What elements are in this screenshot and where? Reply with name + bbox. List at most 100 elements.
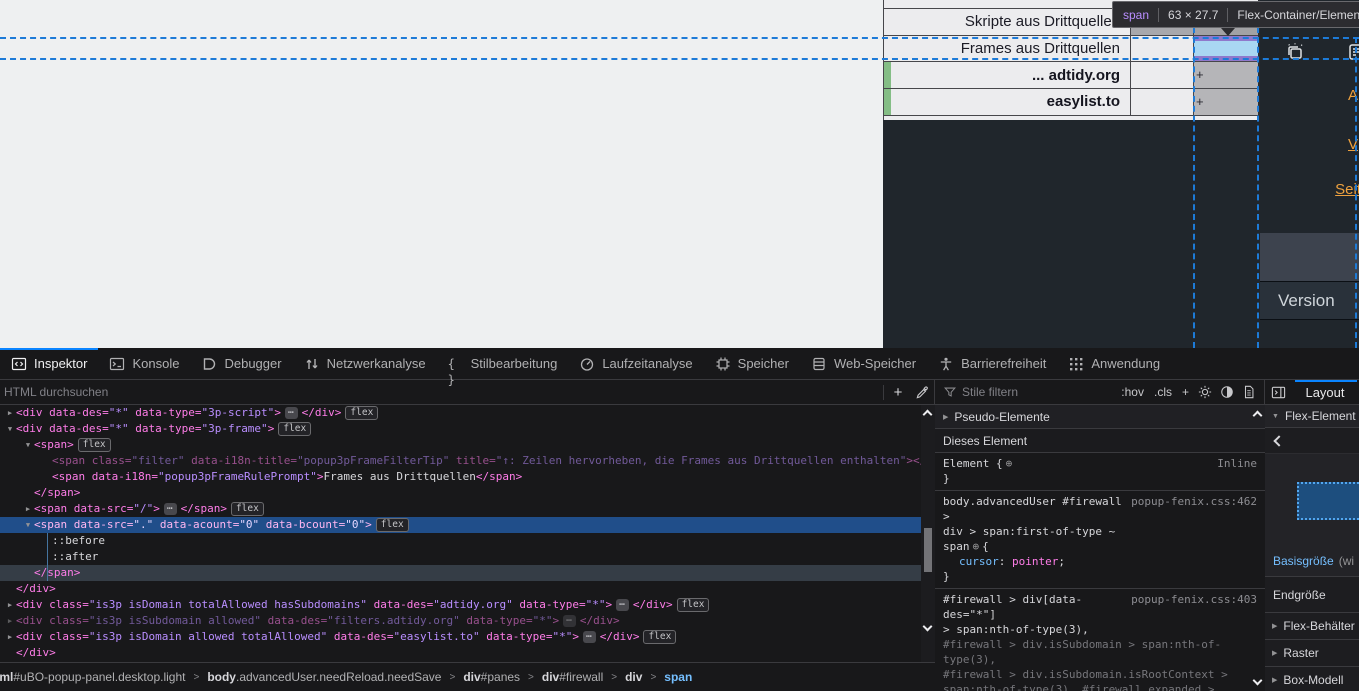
breadcrumb-item-div[interactable]: div xyxy=(623,670,644,684)
tab-web-speicher[interactable]: Web-Speicher xyxy=(800,348,927,379)
expand-arrow-icon[interactable]: ▶ xyxy=(22,501,34,517)
firewall-cell[interactable]: + xyxy=(1193,62,1258,88)
markup-line[interactable]: ::after xyxy=(0,549,935,565)
breadcrumb-item-body[interactable]: body.advancedUser.needReload.needSave xyxy=(205,670,443,684)
eyedropper-icon[interactable] xyxy=(910,380,934,404)
markup-line[interactable]: </div> xyxy=(0,645,935,661)
markup-code: ::after xyxy=(52,549,98,565)
expand-arrow-icon[interactable]: ▼ xyxy=(22,517,34,533)
tab-inspektor[interactable]: Inspektor xyxy=(0,348,98,379)
markup-line[interactable]: ▶<div class="is3p isSubdomain allowed" d… xyxy=(0,613,935,629)
layout-section-flex-beh-lter[interactable]: ▶Flex-Behälter xyxy=(1265,613,1359,640)
breadcrumb-item-div[interactable]: div#panes xyxy=(461,670,522,684)
scrollbar-thumb[interactable] xyxy=(924,528,932,572)
markup-line[interactable]: ▶<span data-src="/">⋯</span>flex xyxy=(0,501,935,517)
markup-line[interactable]: ▶<div class="is3p isDomain totalAllowed … xyxy=(0,597,935,613)
css-rule-462[interactable]: body.advancedUser #firewall > popup-feni… xyxy=(935,491,1265,589)
tab-anwendung[interactable]: Anwendung xyxy=(1057,348,1171,379)
flex-badge[interactable]: flex xyxy=(278,422,311,436)
expand-arrow-icon[interactable]: ▶ xyxy=(4,597,16,613)
rule-source-link[interactable]: popup-fenix.css:462 xyxy=(1131,494,1257,524)
ubo-frames-tool-icon[interactable] xyxy=(1283,40,1307,64)
css-rule-403[interactable]: #firewall > div[data-des="*"] popup-feni… xyxy=(935,589,1265,691)
markup-line[interactable]: ▼<span>flex xyxy=(0,437,935,453)
highlight-selector-icon[interactable]: ⊕ xyxy=(1003,457,1016,470)
tab-stilbearbeitung[interactable]: { }Stilbearbeitung xyxy=(437,348,569,379)
flex-badge[interactable]: flex xyxy=(376,518,409,532)
tab-layout[interactable]: Layout xyxy=(1291,380,1359,404)
flex-badge[interactable]: flex xyxy=(345,406,378,420)
flex-basis-label[interactable]: Basisgröße xyxy=(1273,554,1334,568)
markup-line[interactable]: ▼<span data-src="." data-acount="0" data… xyxy=(0,517,935,533)
pseudo-elements-header[interactable]: ▶ Pseudo-Elemente xyxy=(935,405,1265,429)
node-more-badge[interactable]: ⋯ xyxy=(616,599,629,611)
tab-konsole[interactable]: Konsole xyxy=(98,348,190,379)
expand-arrow-icon[interactable]: ▼ xyxy=(22,437,34,453)
flex-badge[interactable]: flex xyxy=(78,438,111,452)
scroll-down-icon[interactable] xyxy=(923,622,933,632)
css-declaration[interactable]: cursor: pointer; xyxy=(943,554,1257,569)
expand-arrow-icon[interactable]: ▶ xyxy=(4,405,16,421)
markup-scrollbar[interactable] xyxy=(921,405,935,662)
layout-section-box-modell[interactable]: ▶Box-Modell xyxy=(1265,667,1359,691)
tab-label: Debugger xyxy=(224,356,281,371)
ubo-clipped-tool-icon[interactable] xyxy=(1346,40,1359,64)
markup-line[interactable]: <span data-i18n="popup3pFrameRulePrompt"… xyxy=(0,469,935,485)
back-icon[interactable] xyxy=(1273,435,1284,446)
firewall-cell[interactable] xyxy=(1130,89,1193,115)
flex-badge[interactable]: flex xyxy=(643,630,676,644)
markup-line[interactable]: ▶<div class="is3p isDomain allowed total… xyxy=(0,629,935,645)
rule-source-link[interactable]: Inline xyxy=(1217,456,1257,471)
markup-line[interactable]: </div> xyxy=(0,581,935,597)
markup-line[interactable]: </span> xyxy=(0,485,935,501)
tab-barrierefreiheit[interactable]: Barrierefreiheit xyxy=(927,348,1057,379)
html-search-input[interactable] xyxy=(0,380,881,404)
tab-speicher[interactable]: Speicher xyxy=(704,348,800,379)
code-token: "is3p isDomain allowed totalAllowed" xyxy=(89,630,327,643)
expand-arrow-icon[interactable]: ▶ xyxy=(4,613,16,629)
breadcrumb-item-span[interactable]: span xyxy=(662,670,694,684)
node-more-badge[interactable]: ⋯ xyxy=(285,407,298,419)
firewall-row[interactable]: easylist.to+ xyxy=(884,89,1258,116)
markup-line[interactable]: ::before xyxy=(0,533,935,549)
style-editor-icon: { } xyxy=(448,356,464,372)
markup-line[interactable]: ▶<div data-des="*" data-type="3p-script"… xyxy=(0,405,935,421)
node-more-badge[interactable]: ⋯ xyxy=(563,615,576,627)
add-rule-button[interactable]: + xyxy=(1177,385,1194,399)
browser-viewport: Skripte aus DrittquellenFrames aus Dritt… xyxy=(0,0,1359,348)
flex-badge[interactable]: flex xyxy=(231,502,264,516)
markup-line[interactable]: <span class="filter" data-i18n-title="po… xyxy=(0,453,935,469)
scroll-up-icon[interactable] xyxy=(923,410,933,420)
layout-section-raster[interactable]: ▶Raster xyxy=(1265,640,1359,667)
pseudo-class-hov-button[interactable]: :hov xyxy=(1116,385,1149,399)
inline-style-rule[interactable]: Element {⊕ Inline } xyxy=(935,453,1265,491)
markup-line[interactable]: </span> xyxy=(0,565,935,581)
highlight-selector-icon[interactable]: ⊕ xyxy=(970,540,983,553)
print-media-icon[interactable] xyxy=(1238,381,1260,403)
infobar-caret xyxy=(1221,28,1235,36)
light-scheme-icon[interactable] xyxy=(1194,381,1216,403)
flex-badge[interactable]: flex xyxy=(677,598,710,612)
firewall-row-label: Skripte aus Drittquellen xyxy=(884,9,1130,35)
breadcrumb-item-html[interactable]: html#uBO-popup-panel.desktop.light xyxy=(0,670,187,684)
dark-scheme-icon[interactable] xyxy=(1216,381,1238,403)
node-more-badge[interactable]: ⋯ xyxy=(164,503,177,515)
firewall-row[interactable]: ... adtidy.org+ xyxy=(884,62,1258,89)
rule-source-link[interactable]: popup-fenix.css:403 xyxy=(1131,592,1257,622)
tab-netzwerkanalyse[interactable]: Netzwerkanalyse xyxy=(293,348,437,379)
expand-arrow-icon[interactable]: ▶ xyxy=(4,629,16,645)
flex-item-header[interactable]: ▼ Flex-Element von xyxy=(1265,405,1359,428)
expand-arrow-icon[interactable]: ▼ xyxy=(4,421,16,437)
create-node-button[interactable]: + xyxy=(886,380,910,404)
style-filter-input[interactable] xyxy=(962,385,1116,399)
firewall-cell[interactable] xyxy=(1130,62,1193,88)
class-panel-button[interactable]: .cls xyxy=(1149,385,1177,399)
firewall-cell[interactable]: + xyxy=(1193,89,1258,115)
markup-line[interactable]: ▼<div data-des="*" data-type="3p-frame">… xyxy=(0,421,935,437)
tab-laufzeitanalyse[interactable]: Laufzeitanalyse xyxy=(568,348,703,379)
expand-sidebar-icon[interactable] xyxy=(1265,380,1291,404)
breadcrumb-tag: span xyxy=(664,670,692,684)
node-more-badge[interactable]: ⋯ xyxy=(583,631,596,643)
tab-debugger[interactable]: Debugger xyxy=(190,348,292,379)
breadcrumb-item-div[interactable]: div#firewall xyxy=(540,670,605,684)
